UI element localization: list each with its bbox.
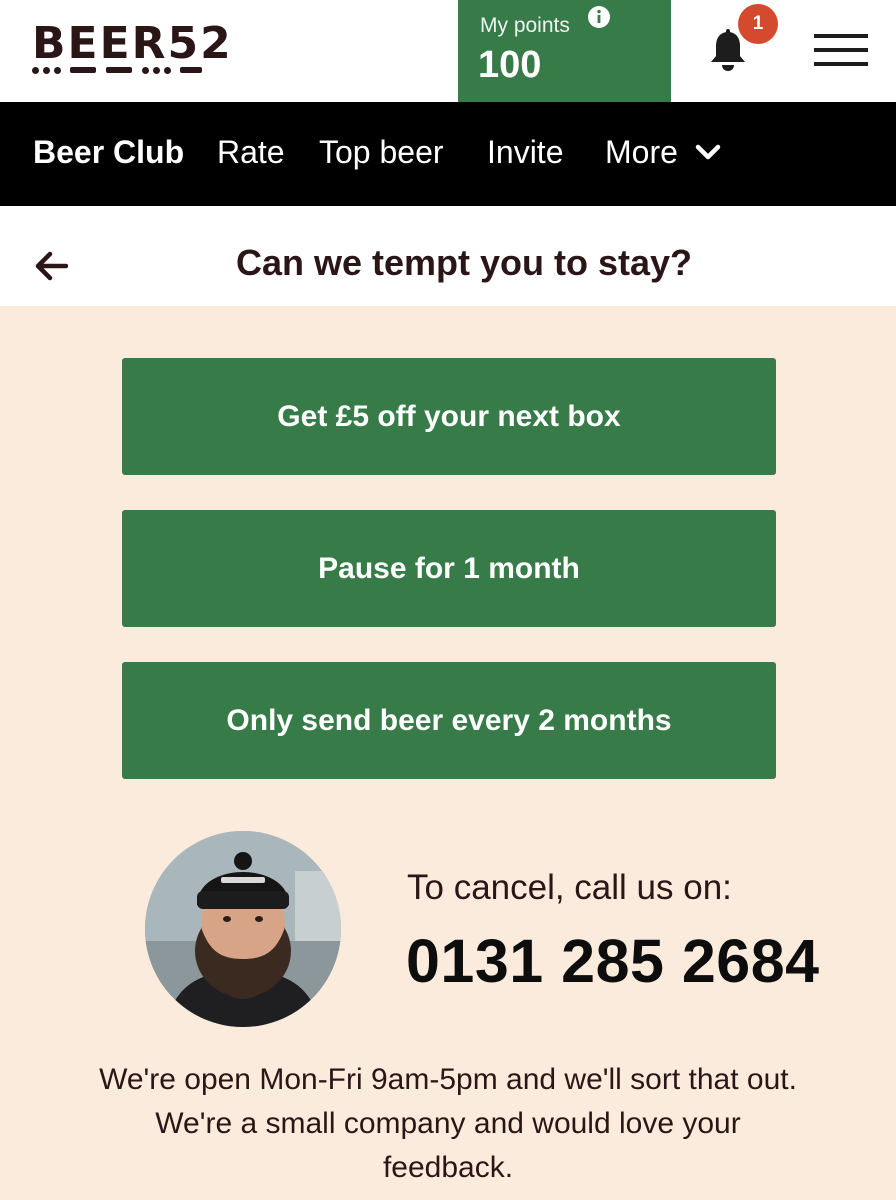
- points-label: My points: [480, 14, 570, 37]
- info-icon[interactable]: [588, 6, 610, 28]
- cancel-instruction: To cancel, call us on:: [407, 868, 732, 907]
- reduce-frequency-button[interactable]: Only send beer every 2 months: [122, 662, 776, 779]
- my-points-panel[interactable]: My points 100: [458, 0, 671, 102]
- opening-hours-text: We're open Mon-Fri 9am-5pm and we'll sor…: [99, 1063, 797, 1184]
- logo-text: BEER52: [32, 18, 233, 69]
- hamburger-menu-icon[interactable]: [814, 34, 868, 66]
- nav-item-top-beer[interactable]: Top beer: [319, 134, 444, 171]
- top-header: BEER52 My points 100 1: [0, 0, 896, 102]
- notification-badge: 1: [738, 4, 778, 44]
- logo-dots: [32, 66, 242, 74]
- nav-item-beer-club[interactable]: Beer Club: [33, 134, 184, 171]
- support-agent-avatar: [145, 831, 341, 1027]
- nav-item-more[interactable]: More: [605, 134, 721, 171]
- beer52-logo[interactable]: BEER52: [32, 22, 242, 76]
- nav-item-rate[interactable]: Rate: [217, 134, 285, 171]
- points-value: 100: [478, 44, 542, 86]
- nav-item-invite[interactable]: Invite: [487, 134, 563, 171]
- nav-more-label: More: [605, 134, 678, 170]
- discount-offer-button[interactable]: Get £5 off your next box: [122, 358, 776, 475]
- chevron-down-icon: [695, 144, 721, 159]
- page-title: Can we tempt you to stay?: [235, 242, 693, 283]
- main-nav: Beer Club Rate Top beer Invite More: [0, 102, 896, 206]
- phone-number-link[interactable]: 0131 285 2684: [406, 926, 820, 996]
- pause-subscription-button[interactable]: Pause for 1 month: [122, 510, 776, 627]
